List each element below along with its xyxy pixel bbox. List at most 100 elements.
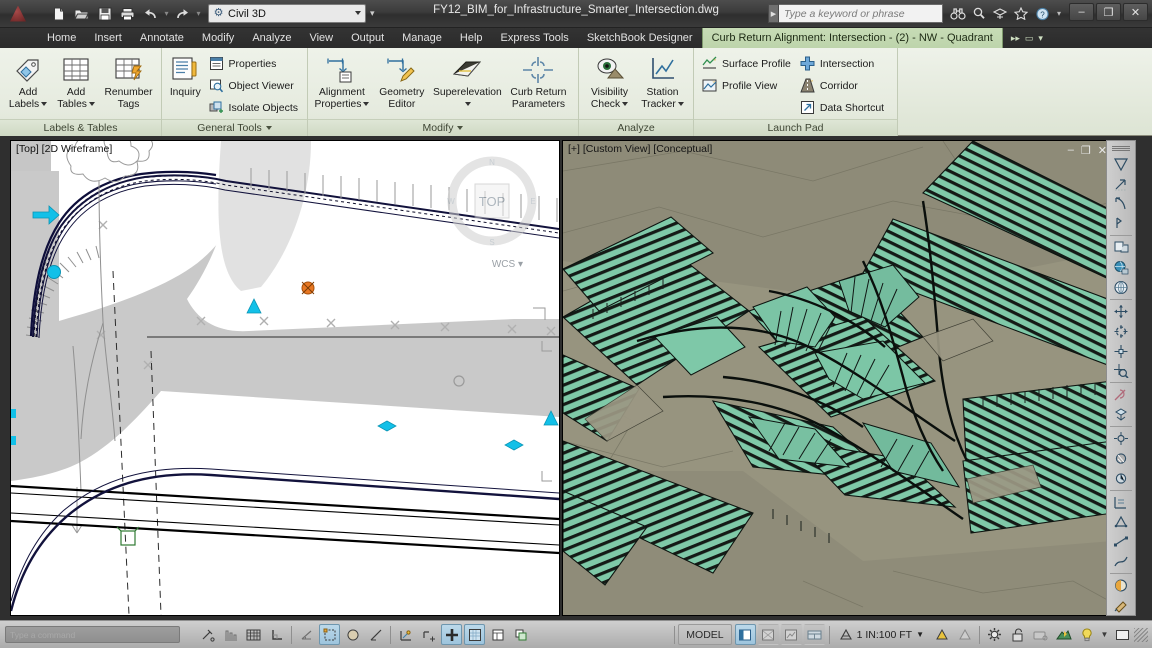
add-tables-caret-icon[interactable]: [88, 101, 95, 106]
add-point-icon[interactable]: [1110, 493, 1132, 512]
station-tracker-caret-icon[interactable]: [677, 101, 684, 106]
pan-icon[interactable]: [1110, 175, 1132, 194]
steering-wheel-icon[interactable]: [1110, 155, 1132, 174]
quick-view-layouts-button[interactable]: [757, 624, 779, 645]
tab-view[interactable]: View: [300, 28, 342, 48]
chevron-down-icon[interactable]: ▼: [916, 630, 924, 639]
panel-title-general-tools[interactable]: General Tools: [162, 119, 307, 136]
quick-view-drawings-button[interactable]: [780, 624, 802, 645]
tab-express-tools[interactable]: Express Tools: [492, 28, 578, 48]
ribbon-options-caret-icon[interactable]: ▾: [1038, 33, 1043, 44]
object-snap-tracking-toggle[interactable]: [365, 624, 386, 645]
pan-zoom-button[interactable]: [803, 624, 825, 645]
viewport-right-label[interactable]: [+] [Custom View] [Conceptual]: [568, 143, 712, 155]
application-menu-button[interactable]: [2, 1, 42, 27]
3d-object-snap-toggle[interactable]: [342, 624, 363, 645]
search-binoculars-icon[interactable]: [949, 4, 967, 23]
profile-view-button[interactable]: Profile View: [699, 75, 795, 96]
object-snap-toggle[interactable]: [319, 624, 340, 645]
isolate-objects-icon[interactable]: [1053, 624, 1074, 645]
orbit-icon[interactable]: [1110, 214, 1132, 233]
move-gizmo-icon[interactable]: [1110, 302, 1132, 321]
transparency-toggle[interactable]: [464, 624, 485, 645]
chevron-down-icon[interactable]: ▾: [518, 259, 523, 270]
viewcube[interactable]: TOP N W E S: [437, 149, 547, 259]
command-input[interactable]: Type a command: [5, 625, 180, 643]
hardware-acceleration-icon[interactable]: [1030, 624, 1051, 645]
material-icon[interactable]: [1110, 596, 1132, 615]
minimize-button[interactable]: –: [1069, 3, 1094, 21]
dimension-icon[interactable]: [1110, 532, 1132, 551]
isolate-objects-button[interactable]: Isolate Objects: [206, 97, 302, 118]
toolbar-lock-icon[interactable]: [1007, 624, 1028, 645]
grid-display-toggle[interactable]: [220, 624, 241, 645]
rotate-view-icon[interactable]: [1110, 469, 1132, 488]
quick-properties-toggle[interactable]: [487, 624, 508, 645]
status-menu-caret-icon[interactable]: ▼: [1099, 624, 1110, 645]
toolbar-grip-icon[interactable]: [1112, 146, 1130, 151]
ribbon-expand-icon[interactable]: ▸▸: [1011, 33, 1020, 44]
print-icon[interactable]: [117, 3, 138, 24]
visibility-check-button[interactable]: Visibility Check: [584, 51, 635, 110]
view-globe-icon[interactable]: [1110, 278, 1132, 297]
model-space-button[interactable]: [734, 624, 756, 645]
superelevation-caret-icon[interactable]: [465, 101, 472, 106]
superelevation-button[interactable]: Superelevation: [433, 51, 502, 110]
save-icon[interactable]: [94, 3, 115, 24]
geometry-editor-button[interactable]: Geometry Editor: [373, 51, 431, 110]
viewport-top-2d-wireframe[interactable]: [Top] [2D Wireframe] TOP N W E S WCS ▾: [10, 140, 560, 616]
favorites-star-icon[interactable]: [1012, 4, 1030, 23]
alignment-properties-button[interactable]: Alignment Properties: [313, 51, 371, 110]
alignment-properties-caret-icon[interactable]: [363, 101, 370, 106]
undo-dropdown-caret-icon[interactable]: ▾: [163, 9, 170, 18]
snap-mode-toggle[interactable]: [197, 624, 218, 645]
qat-customize-caret-icon[interactable]: ▾: [370, 8, 375, 19]
lineweight-toggle[interactable]: [441, 624, 462, 645]
rotate-gizmo-icon[interactable]: [1110, 322, 1132, 341]
properties-button[interactable]: Properties: [206, 53, 302, 74]
panel-dropdown-caret-icon[interactable]: [265, 126, 272, 130]
status-bar-bulb-icon[interactable]: [1076, 624, 1097, 645]
auto-scale-icon[interactable]: [954, 624, 975, 645]
object-viewer-button[interactable]: Object Viewer: [206, 75, 302, 96]
array-icon[interactable]: [1110, 513, 1132, 532]
viewport-minimize-icon[interactable]: –: [1068, 144, 1074, 157]
data-shortcut-button[interactable]: Data Shortcut: [797, 97, 892, 118]
infocenter-expand-icon[interactable]: ▶: [768, 4, 779, 23]
align-icon[interactable]: [1110, 552, 1132, 571]
undo-icon[interactable]: [140, 3, 161, 24]
intersection-button[interactable]: Intersection: [797, 53, 892, 74]
add-tables-button[interactable]: Add Tables: [53, 51, 99, 110]
render-icon[interactable]: [1110, 576, 1132, 595]
panel-dropdown-caret-icon[interactable]: [457, 126, 464, 130]
object-snap-icon[interactable]: [1110, 429, 1132, 448]
workspace-switching-icon[interactable]: [984, 624, 1005, 645]
panel-title-modify[interactable]: Modify: [308, 119, 578, 136]
tab-insert[interactable]: Insert: [85, 28, 131, 48]
annotation-scale-control[interactable]: 1 IN:100 FT ▼: [833, 624, 930, 645]
magnifier-icon[interactable]: [1110, 362, 1132, 381]
transparency-icon[interactable]: [1110, 449, 1132, 468]
add-labels-button[interactable]: Add Labels: [5, 51, 51, 110]
redo-icon[interactable]: [172, 3, 193, 24]
clean-screen-icon[interactable]: [1112, 624, 1133, 645]
help-icon[interactable]: ?: [1033, 4, 1051, 23]
workspace-selector[interactable]: ⚙ Civil 3D: [208, 4, 366, 23]
dynamic-ucs-toggle[interactable]: [395, 624, 416, 645]
corridor-button[interactable]: Corridor: [797, 75, 892, 96]
open-icon[interactable]: [71, 3, 92, 24]
search-input[interactable]: Type a keyword or phrase: [779, 4, 943, 23]
tab-help[interactable]: Help: [451, 28, 492, 48]
viewport-custom-view-conceptual[interactable]: [+] [Custom View] [Conceptual] – ❐ ✕: [562, 140, 1114, 616]
help-dropdown-caret-icon[interactable]: ▾: [1054, 4, 1064, 23]
visibility-check-caret-icon[interactable]: [622, 101, 629, 106]
viewport-maximize-icon[interactable]: ❐: [1081, 144, 1091, 157]
scale-gizmo-icon[interactable]: [1110, 342, 1132, 361]
surface-profile-button[interactable]: Surface Profile: [699, 53, 795, 74]
curb-return-parameters-button[interactable]: Curb Return Parameters: [504, 51, 573, 110]
tab-analyze[interactable]: Analyze: [243, 28, 300, 48]
chevron-down-icon[interactable]: [355, 11, 361, 15]
viewport-close-icon[interactable]: ✕: [1098, 144, 1107, 157]
redo-dropdown-caret-icon[interactable]: ▾: [195, 9, 202, 18]
tab-manage[interactable]: Manage: [393, 28, 451, 48]
